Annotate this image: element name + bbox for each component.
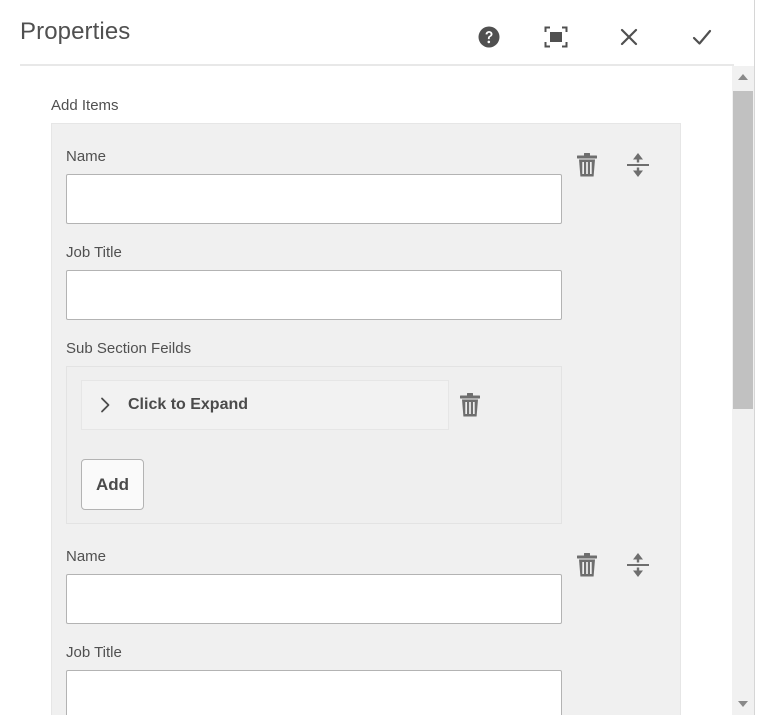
chevron-right-icon — [101, 397, 110, 413]
add-sub-item-button[interactable]: Add — [81, 459, 144, 510]
job-title-input[interactable] — [66, 670, 562, 715]
name-input[interactable] — [66, 174, 562, 224]
trash-icon — [577, 553, 597, 577]
name-label: Name — [66, 148, 107, 165]
click-to-expand-collapsible[interactable]: Click to Expand — [81, 380, 449, 430]
trash-icon — [577, 153, 597, 177]
dialog-title: Properties — [20, 18, 131, 45]
scrollbar-thumb[interactable] — [733, 91, 753, 409]
job-title-input[interactable] — [66, 270, 562, 320]
sub-section-multifield: Click to Expand Add — [66, 366, 562, 524]
sub-section-label: Sub Section Feilds — [66, 340, 192, 357]
arrow-up-icon — [738, 74, 748, 80]
delete-item-button[interactable] — [574, 150, 600, 180]
close-button[interactable] — [613, 22, 645, 52]
done-button[interactable] — [686, 22, 718, 52]
collapsible-label: Click to Expand — [128, 396, 249, 413]
add-items-label: Add Items — [51, 97, 119, 114]
trash-icon — [460, 393, 480, 417]
move-vertical-icon — [627, 553, 649, 577]
fullscreen-button[interactable] — [540, 22, 572, 52]
help-button[interactable] — [473, 22, 505, 52]
dialog-content: Add Items Name Job Title Sub Section Fei… — [20, 66, 732, 715]
name-label: Name — [66, 548, 107, 565]
scroll-up-button[interactable] — [732, 66, 754, 88]
delete-sub-item-button[interactable] — [457, 390, 483, 420]
close-icon — [620, 28, 638, 46]
reorder-item-handle[interactable] — [625, 550, 651, 580]
checkmark-icon — [692, 29, 712, 45]
reorder-item-handle[interactable] — [625, 150, 651, 180]
multifield-container: Name Job Title Sub Section Feilds Click … — [51, 123, 681, 715]
job-title-label: Job Title — [66, 244, 122, 261]
name-input[interactable] — [66, 574, 562, 624]
move-vertical-icon — [627, 153, 649, 177]
dialog-header: Properties — [0, 0, 754, 66]
vertical-scrollbar[interactable] — [732, 66, 754, 715]
help-icon — [478, 26, 500, 48]
arrow-down-icon — [738, 701, 748, 707]
fullscreen-icon — [544, 26, 568, 48]
delete-item-button[interactable] — [574, 550, 600, 580]
job-title-label: Job Title — [66, 644, 122, 661]
dialog-right-border — [754, 0, 755, 715]
scroll-down-button[interactable] — [732, 693, 754, 715]
